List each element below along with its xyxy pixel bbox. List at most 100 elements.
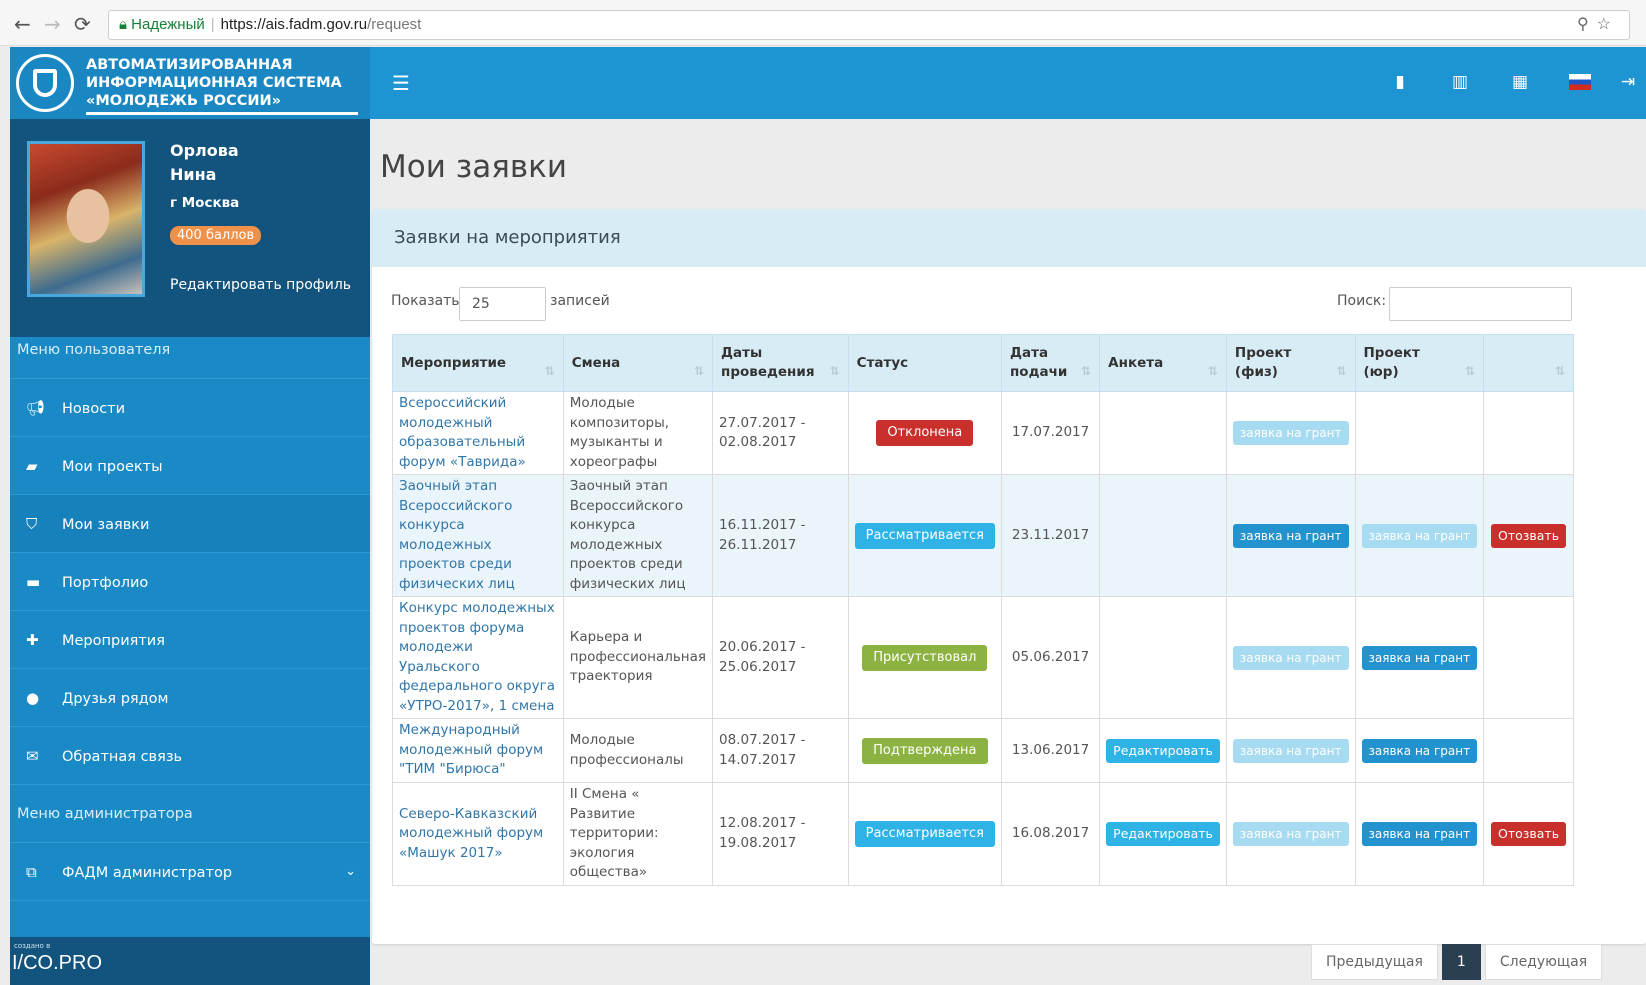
grant-request-button[interactable]: заявка на грант	[1232, 645, 1349, 670]
russian-flag-icon[interactable]	[1550, 69, 1610, 95]
dates-cell: 20.06.2017 - 25.06.2017	[712, 596, 849, 719]
grant-request-button[interactable]: заявка на грант	[1361, 645, 1478, 670]
menu-toggle-icon[interactable]: ☰	[392, 71, 410, 95]
sidebar-item-feedback[interactable]: ✉ Обратная связь	[10, 727, 370, 785]
brand-title: Автоматизированная информационная систем…	[86, 56, 358, 115]
profile-name: Орлова Нина	[170, 141, 239, 184]
form-cell	[1099, 474, 1227, 597]
user-menu-header: Меню пользователя	[10, 321, 370, 379]
url-path: /request	[367, 16, 422, 33]
grant-request-button[interactable]: заявка на грант	[1232, 738, 1349, 763]
col-project-phys[interactable]: Проект (физ) ⇅	[1225, 334, 1356, 392]
sort-icon[interactable]: ⇅	[1465, 362, 1475, 381]
sort-icon[interactable]: ⇅	[1336, 362, 1346, 381]
requests-panel: Заявки на мероприятия Показать 25 записе…	[372, 209, 1646, 980]
event-link[interactable]: Конкурс молодежных проектов форума молод…	[392, 596, 564, 719]
status-cell: Рассматривается	[847, 782, 1002, 886]
table-row: Заочный этап Всероссийского конкурса мол…	[392, 474, 1574, 597]
logo-area[interactable]: Автоматизированная информационная систем…	[10, 47, 370, 119]
actions-cell	[1483, 391, 1574, 475]
avatar[interactable]	[27, 141, 145, 297]
sidebar-item-events[interactable]: ✚ Мероприятия	[10, 611, 370, 669]
page-1-button[interactable]: 1	[1441, 944, 1481, 980]
project-phys-cell: заявка на грант	[1225, 782, 1356, 886]
back-icon[interactable]: ←	[14, 12, 31, 36]
col-shift[interactable]: Смена ⇅	[562, 334, 714, 392]
address-bar[interactable]: 🔒︎ Надежный | https://ais.fadm.gov.ru/requ…	[108, 10, 1630, 40]
secure-label: Надежный	[131, 16, 205, 33]
edit-form-button[interactable]: Редактировать	[1106, 821, 1220, 846]
reload-icon[interactable]: ⟳	[74, 12, 91, 36]
next-page-button[interactable]: Следующая	[1484, 944, 1603, 980]
actions-cell: Отозвать	[1483, 474, 1574, 597]
submitted-cell: 23.11.2017	[1000, 474, 1101, 597]
sidebar-item-fadm-admin[interactable]: ⧉ ФАДМ администратор ⌄	[10, 843, 370, 901]
grant-request-button[interactable]: заявка на грант	[1361, 523, 1478, 548]
event-link[interactable]: Северо-Кавказский молодежный форум «Машу…	[392, 782, 564, 886]
col-status[interactable]: Статус	[847, 334, 1002, 392]
credit-caption: создано в	[14, 942, 51, 950]
sort-icon[interactable]: ⇅	[1555, 362, 1565, 381]
status-badge: Рассматривается	[854, 820, 995, 847]
sort-icon[interactable]: ⇅	[694, 362, 704, 381]
book-icon[interactable]: ▮	[1370, 69, 1430, 95]
recall-button[interactable]: Отозвать	[1490, 523, 1567, 548]
bookmark-icon: ⛉	[26, 515, 38, 533]
sidebar-item-portfolio[interactable]: ▬ Портфолио	[10, 553, 370, 611]
grant-request-button[interactable]: заявка на грант	[1361, 821, 1478, 846]
project-legal-cell: заявка на грант	[1354, 718, 1485, 783]
col-submitted[interactable]: Дата подачи ⇅	[1000, 334, 1101, 392]
prev-page-button[interactable]: Предыдущая	[1311, 944, 1438, 980]
sort-icon[interactable]: ⇅	[1208, 362, 1218, 381]
shift-cell: Молодые профессионалы	[562, 718, 714, 783]
credit-logo[interactable]: I/CO.PRO	[12, 952, 102, 975]
star-icon[interactable]: ☆	[1597, 16, 1619, 33]
grant-request-button[interactable]: заявка на грант	[1361, 738, 1478, 763]
project-phys-cell: заявка на грант	[1225, 596, 1356, 719]
status-badge: Отклонена	[876, 420, 974, 446]
col-project-legal[interactable]: Проект (юр) ⇅	[1354, 334, 1485, 392]
project-phys-cell: заявка на грант	[1225, 391, 1356, 475]
grant-request-button[interactable]: заявка на грант	[1232, 821, 1349, 846]
zoom-icon[interactable]: ⚲	[1577, 16, 1597, 33]
lock-icon: 🔒︎	[119, 16, 127, 33]
browser-toolbar: ← → ⟳ 🔒︎ Надежный | https://ais.fadm.gov.r…	[0, 0, 1646, 46]
event-link[interactable]: Международный молодежный форум "ТИМ "Бир…	[392, 718, 564, 783]
search-input[interactable]	[1389, 287, 1572, 321]
col-dates[interactable]: Даты проведения ⇅	[712, 334, 849, 392]
col-actions[interactable]: ⇅	[1483, 334, 1574, 392]
actions-cell	[1483, 596, 1574, 719]
col-event[interactable]: Мероприятие ⇅	[392, 334, 564, 392]
form-cell	[1099, 391, 1227, 475]
table-row: Всероссийский молодежный образовательный…	[392, 391, 1574, 475]
event-link[interactable]: Заочный этап Всероссийского конкурса мол…	[392, 474, 564, 597]
points-badge: 400 баллов	[170, 226, 262, 245]
col-form[interactable]: Анкета ⇅	[1099, 334, 1227, 392]
edit-profile-link[interactable]: Редактировать профиль	[170, 277, 351, 293]
bar-chart-icon[interactable]: ▥	[1430, 69, 1490, 95]
page-length-select[interactable]: 25	[459, 287, 546, 321]
url-host: https://ais.fadm.gov.ru	[220, 16, 368, 33]
status-badge: Рассматривается	[854, 522, 995, 549]
table-icon[interactable]: ▦	[1490, 69, 1550, 95]
envelope-icon: ✉	[26, 747, 39, 765]
edit-form-button[interactable]: Редактировать	[1106, 738, 1220, 763]
records-label: записей	[550, 293, 610, 309]
sort-icon[interactable]: ⇅	[1081, 362, 1091, 381]
status-badge: Подтверждена	[862, 737, 988, 764]
event-link[interactable]: Всероссийский молодежный образовательный…	[392, 391, 564, 475]
grant-request-button[interactable]: заявка на грант	[1232, 421, 1349, 445]
sort-icon[interactable]: ⇅	[545, 362, 555, 381]
logo-icon	[16, 54, 74, 112]
grant-request-button[interactable]: заявка на грант	[1232, 523, 1349, 548]
sidebar-item-friends-nearby[interactable]: ● Друзья рядом	[10, 669, 370, 727]
sidebar-item-my-requests[interactable]: ⛉ Мои заявки	[10, 495, 370, 553]
sidebar-item-my-projects[interactable]: ▰ Мои проекты	[10, 437, 370, 495]
logout-icon[interactable]: ⇥	[1610, 69, 1646, 95]
sidebar-item-news[interactable]: 📢︎ Новости	[10, 379, 370, 437]
sort-icon[interactable]: ⇅	[830, 362, 840, 381]
forward-icon[interactable]: →	[44, 12, 61, 36]
page-title: Мои заявки	[380, 149, 567, 185]
recall-button[interactable]: Отозвать	[1490, 821, 1567, 846]
bullhorn-icon: 📢︎	[26, 399, 46, 417]
